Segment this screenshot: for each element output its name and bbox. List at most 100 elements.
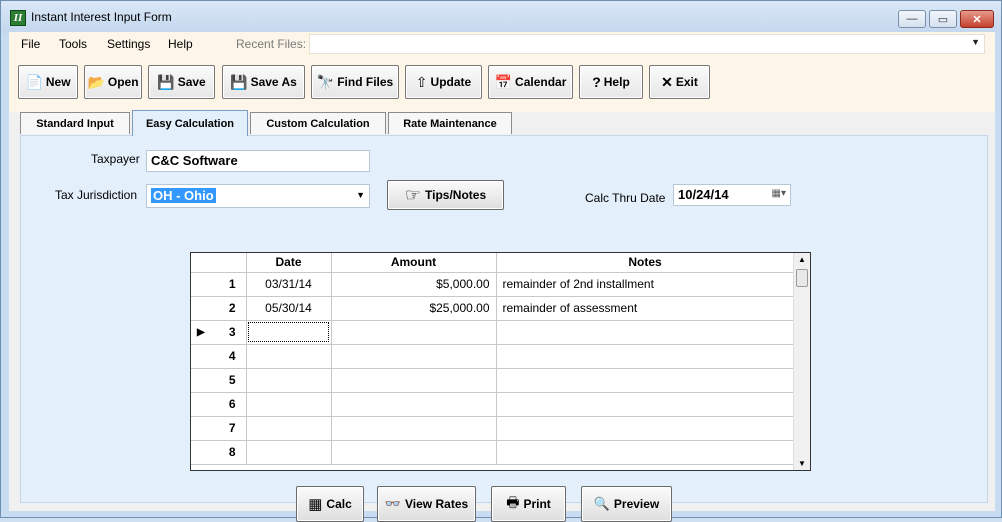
payments-grid: Date Amount Notes 1 03/31/14 $5,000.00 r… <box>190 252 811 471</box>
recent-files-dropdown[interactable]: ▼ <box>309 34 985 54</box>
view-rates-button-label: View Rates <box>405 497 469 511</box>
menu-tools[interactable]: Tools <box>59 37 87 51</box>
maximize-button[interactable]: ▭ <box>929 10 957 28</box>
date-cell[interactable] <box>246 368 332 393</box>
find-files-button[interactable]: 🔭 Find Files <box>311 65 399 99</box>
new-button[interactable]: 📄 New <box>18 65 78 99</box>
calculator-icon: ▦ <box>308 496 323 513</box>
tab-easy-calculation[interactable]: Easy Calculation <box>132 110 248 136</box>
print-button[interactable]: 🖶 Print <box>491 486 566 522</box>
table-row: 5 <box>191 368 795 393</box>
row-number[interactable]: 2 <box>191 296 247 321</box>
calc-thru-date-picker[interactable]: 10/24/14 ▦▾ <box>673 184 791 206</box>
preview-button[interactable]: 🔍 Preview <box>581 486 672 522</box>
taxpayer-input[interactable]: C&C Software <box>146 150 370 172</box>
row-number[interactable]: ▶ 3 <box>191 320 247 345</box>
menu-settings[interactable]: Settings <box>107 37 150 51</box>
app-logo-icon: II <box>10 10 26 26</box>
new-file-icon: 📄 <box>25 73 43 90</box>
scroll-up-icon[interactable]: ▲ <box>798 255 806 264</box>
notes-cell[interactable] <box>496 344 795 369</box>
table-row: 8 <box>191 440 795 465</box>
calendar-button-label: Calendar <box>515 75 567 89</box>
date-cell[interactable] <box>246 392 332 417</box>
notes-cell[interactable]: remainder of assessment <box>496 296 795 321</box>
grid-header-row: Date Amount Notes <box>191 253 795 273</box>
chevron-down-icon[interactable]: ▼ <box>971 37 980 47</box>
date-cell[interactable]: 03/31/14 <box>246 272 332 297</box>
title-bar[interactable]: II Instant Interest Input Form — ▭ ✕ <box>1 1 1001 33</box>
pointing-hand-icon: ☞ <box>404 184 421 205</box>
new-button-label: New <box>45 75 71 89</box>
column-header-notes[interactable]: Notes <box>496 253 795 273</box>
column-header-amount[interactable]: Amount <box>331 253 497 273</box>
date-cell[interactable]: 05/30/14 <box>246 296 332 321</box>
find-files-button-label: Find Files <box>337 75 394 89</box>
tab-custom-calculation[interactable]: Custom Calculation <box>250 112 386 134</box>
grid-vertical-scrollbar[interactable]: ▲ ▼ <box>793 253 810 470</box>
amount-cell[interactable] <box>331 368 497 393</box>
tax-jurisdiction-label: Tax Jurisdiction <box>55 188 138 202</box>
scroll-down-icon[interactable]: ▼ <box>798 459 806 468</box>
amount-cell[interactable]: $25,000.00 <box>331 296 497 321</box>
save-icon: 💾 <box>157 73 175 90</box>
print-button-label: Print <box>523 497 551 511</box>
tax-jurisdiction-select[interactable]: OH - Ohio ▼ <box>146 184 370 208</box>
table-row: 1 03/31/14 $5,000.00 remainder of 2nd in… <box>191 272 795 297</box>
tab-rate-maintenance[interactable]: Rate Maintenance <box>388 112 512 134</box>
printer-icon: 🖶 <box>506 494 520 510</box>
notes-cell[interactable] <box>496 368 795 393</box>
save-button[interactable]: 💾 Save <box>148 65 215 99</box>
date-cell-focused[interactable] <box>246 320 332 345</box>
row-number[interactable]: 4 <box>191 344 247 369</box>
update-button[interactable]: ⇧ Update <box>405 65 482 99</box>
column-header-date[interactable]: Date <box>246 253 332 273</box>
row-number[interactable]: 5 <box>191 368 247 393</box>
client-area: File Tools Settings Help Recent Files: ▼… <box>9 32 995 522</box>
calc-thru-date-label: Calc Thru Date <box>585 191 666 205</box>
question-mark-icon: ? <box>592 74 601 90</box>
notes-cell[interactable] <box>496 440 795 465</box>
calc-button[interactable]: ▦ Calc <box>296 486 364 522</box>
row-number[interactable]: 1 <box>191 272 247 297</box>
window-title: Instant Interest Input Form <box>31 10 172 24</box>
tips-notes-button[interactable]: ☞ Tips/Notes <box>387 180 504 210</box>
exit-button[interactable]: ✕ Exit <box>649 65 710 99</box>
calendar-button[interactable]: 📅 Calendar <box>488 65 573 99</box>
notes-cell[interactable] <box>496 392 795 417</box>
date-cell[interactable] <box>246 344 332 369</box>
amount-cell[interactable] <box>331 416 497 441</box>
row-number[interactable]: 7 <box>191 416 247 441</box>
notes-cell[interactable] <box>496 320 795 345</box>
menu-help[interactable]: Help <box>168 37 193 51</box>
calendar-dropdown-icon[interactable]: ▦▾ <box>772 188 786 199</box>
amount-cell[interactable] <box>331 320 497 345</box>
scroll-thumb[interactable] <box>796 269 808 287</box>
glasses-icon: 👓 <box>384 496 402 511</box>
amount-cell[interactable] <box>331 392 497 417</box>
tab-standard-input[interactable]: Standard Input <box>20 112 130 134</box>
chevron-down-icon[interactable]: ▼ <box>356 190 365 200</box>
row-header-corner <box>191 253 247 273</box>
menu-bar: File Tools Settings Help Recent Files: ▼ <box>9 32 995 56</box>
notes-cell[interactable] <box>496 416 795 441</box>
close-window-button[interactable]: ✕ <box>960 10 994 28</box>
exit-button-label: Exit <box>675 75 698 89</box>
save-as-button[interactable]: 💾 Save As <box>222 65 305 99</box>
date-cell[interactable] <box>246 440 332 465</box>
payments-table: Date Amount Notes 1 03/31/14 $5,000.00 r… <box>191 253 795 465</box>
update-button-label: Update <box>430 75 472 89</box>
open-button[interactable]: 📂 Open <box>84 65 142 99</box>
magnifier-icon: 🔍 <box>593 496 610 511</box>
amount-cell[interactable] <box>331 344 497 369</box>
row-number[interactable]: 6 <box>191 392 247 417</box>
minimize-button[interactable]: — <box>898 10 926 28</box>
date-cell[interactable] <box>246 416 332 441</box>
row-number[interactable]: 8 <box>191 440 247 465</box>
amount-cell[interactable] <box>331 440 497 465</box>
view-rates-button[interactable]: 👓 View Rates <box>377 486 476 522</box>
menu-file[interactable]: File <box>21 37 40 51</box>
help-button[interactable]: ? Help <box>579 65 643 99</box>
notes-cell[interactable]: remainder of 2nd installment <box>496 272 795 297</box>
amount-cell[interactable]: $5,000.00 <box>331 272 497 297</box>
